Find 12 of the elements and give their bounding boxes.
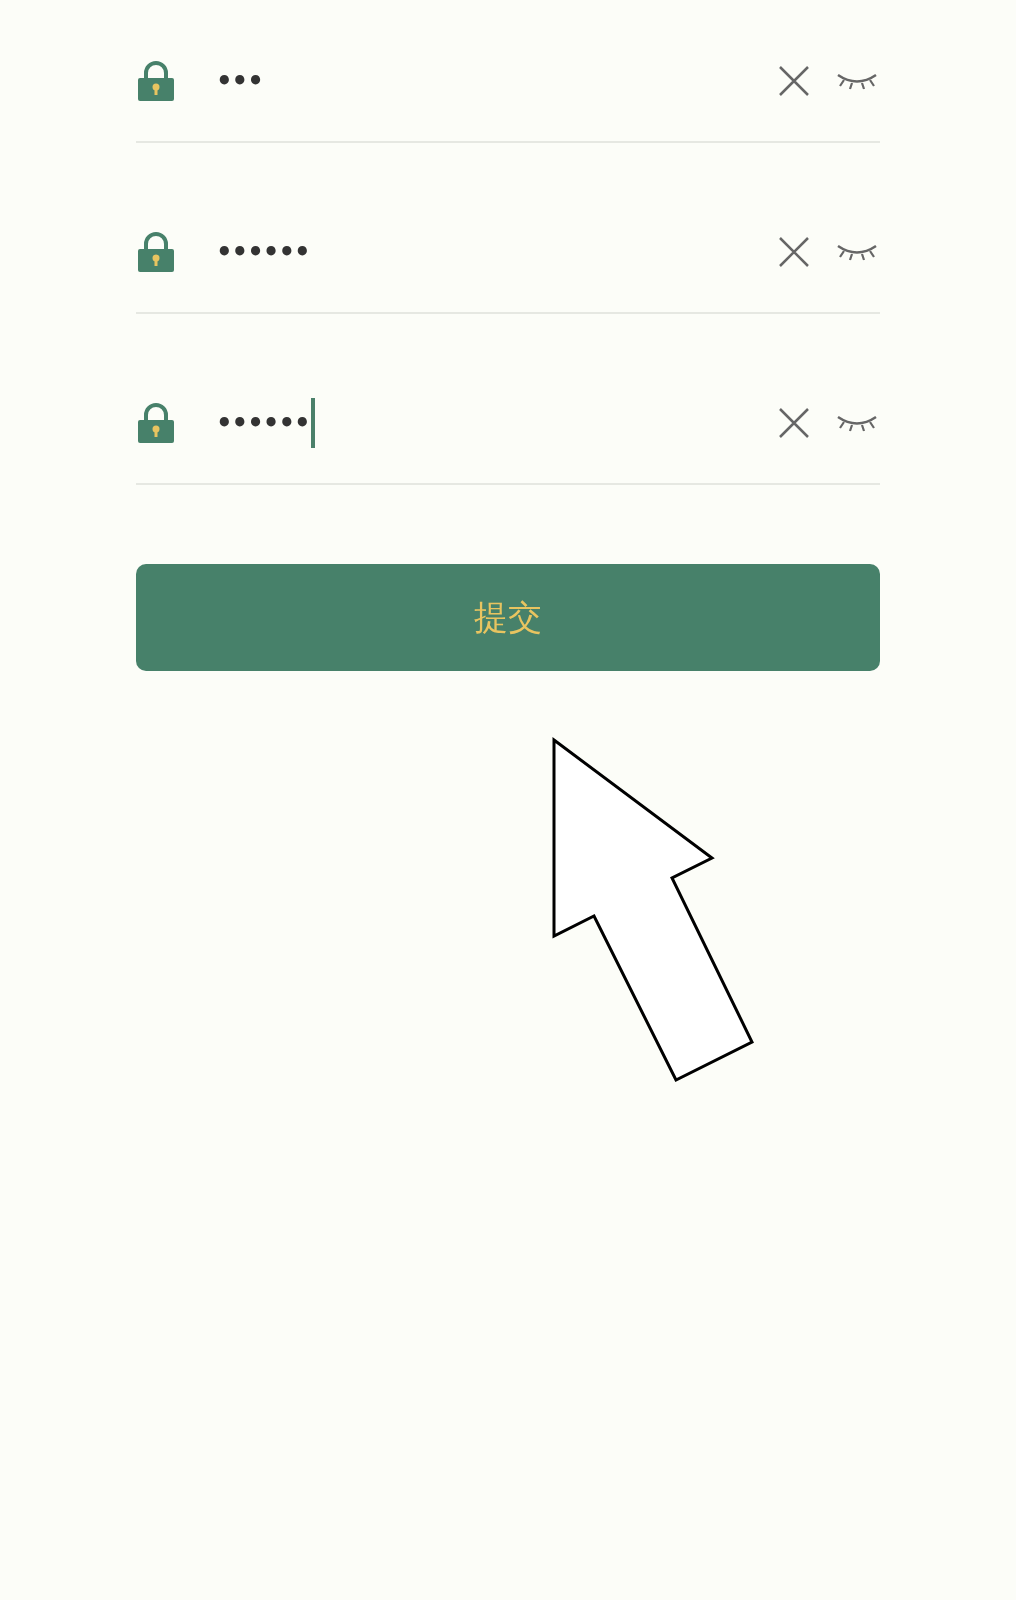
lock-icon (138, 402, 174, 443)
closed-eye-icon[interactable] (836, 71, 878, 90)
lock-icon (138, 60, 174, 101)
close-icon[interactable] (778, 64, 810, 97)
close-icon[interactable] (778, 406, 810, 439)
close-icon[interactable] (778, 235, 810, 268)
closed-eye-icon[interactable] (836, 242, 878, 261)
password-field[interactable]: •••••• (216, 223, 778, 280)
closed-eye-icon[interactable] (836, 413, 878, 432)
password-field[interactable]: ••• (216, 52, 778, 109)
lock-icon (138, 231, 174, 272)
password-field[interactable]: •••••• (216, 394, 778, 451)
